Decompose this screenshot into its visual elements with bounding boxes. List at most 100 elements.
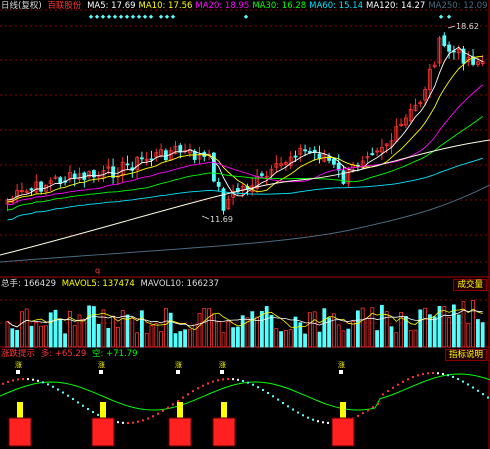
volume-bar bbox=[173, 333, 178, 348]
oscillator-dot bbox=[217, 379, 219, 382]
oscillator-dot bbox=[362, 412, 364, 415]
period-label[interactable]: 日线(复权) bbox=[1, 1, 42, 11]
oscillator-dot bbox=[472, 386, 474, 389]
oscillator-dot bbox=[477, 389, 479, 392]
candle-body bbox=[58, 177, 63, 184]
volume-bar bbox=[168, 312, 173, 348]
signal-marker bbox=[339, 370, 343, 374]
oscillator-dot bbox=[262, 388, 264, 391]
signal-diamond bbox=[136, 14, 142, 19]
ma-label-4: MA60: 15.14 bbox=[309, 1, 364, 11]
indicator-panel[interactable]: 涨跌提示 多: +65.29 空: +71.79 指标说明 涨 涨 涨 涨 涨 bbox=[0, 348, 490, 449]
volume-bar bbox=[39, 325, 43, 348]
oscillator-dot bbox=[452, 375, 454, 378]
candle-body bbox=[72, 173, 77, 179]
oscillator-dot bbox=[32, 378, 34, 381]
volume-bar bbox=[250, 311, 255, 348]
oscillator-dot bbox=[27, 378, 29, 381]
volume-bar bbox=[207, 308, 212, 348]
oscillator-dot bbox=[307, 416, 309, 419]
candle-body bbox=[341, 170, 346, 184]
signal-diamond bbox=[170, 14, 176, 19]
oscillator-dot bbox=[2, 382, 4, 385]
oscillator-dot bbox=[172, 403, 174, 406]
oscillator-dot bbox=[147, 417, 149, 420]
volume-bar bbox=[259, 310, 264, 348]
volume-bar bbox=[408, 329, 413, 348]
candle-body bbox=[216, 182, 221, 187]
oscillator-dot bbox=[387, 390, 389, 393]
volume-bar bbox=[15, 330, 20, 348]
volume-bar bbox=[279, 331, 284, 348]
oscillator-dot bbox=[357, 414, 359, 417]
volume-bar bbox=[197, 312, 202, 348]
volume-bar bbox=[111, 315, 115, 348]
indicator-help-button[interactable]: 指标说明 bbox=[444, 349, 487, 361]
oscillator-dot bbox=[252, 383, 254, 386]
volume-bar bbox=[317, 331, 322, 348]
ma-legend: MA5: 17.69 MA10: 17.56 MA20: 18.95 MA30: 16… bbox=[87, 1, 490, 11]
volume-bar bbox=[471, 300, 476, 348]
kong-label: 空: +71.79 bbox=[91, 349, 138, 359]
volume-bar bbox=[116, 326, 120, 348]
oscillator-dot bbox=[122, 421, 124, 424]
oscillator-dot bbox=[247, 381, 249, 384]
volume-bar bbox=[183, 329, 188, 348]
volume-bar bbox=[10, 328, 15, 348]
candle-body bbox=[125, 163, 130, 166]
oscillator-dot bbox=[62, 391, 64, 394]
volume-bar bbox=[72, 325, 77, 348]
volume-bar bbox=[163, 307, 168, 348]
oscillator-dot bbox=[152, 415, 154, 418]
volume-panel[interactable]: 总手: 166429 MAVOL5: 137474 MAVOL10: 16623… bbox=[0, 278, 490, 348]
volume-bar bbox=[379, 304, 384, 348]
volume-bar bbox=[418, 309, 423, 348]
signal-box-red bbox=[168, 417, 192, 447]
oscillator-dot bbox=[212, 380, 214, 383]
volume-bar bbox=[68, 310, 72, 348]
ma-label-0: MA5: 17.69 bbox=[87, 1, 136, 11]
oscillator-dot bbox=[67, 394, 69, 397]
ma120-line bbox=[0, 139, 490, 256]
oscillator-dot bbox=[297, 411, 299, 414]
oscillator-dot bbox=[202, 384, 204, 387]
price-panel[interactable]: 日线(复权) 百联股份 MA5: 17.69 MA10: 17.56 MA20: 1… bbox=[0, 0, 490, 278]
volume-bar bbox=[389, 326, 394, 348]
volume-bar bbox=[432, 316, 437, 348]
volume-bar bbox=[461, 301, 466, 348]
signal-diamond bbox=[94, 14, 100, 19]
volume-button[interactable]: 成交量 bbox=[453, 279, 487, 291]
volume-bar bbox=[154, 323, 159, 348]
oscillator-dot bbox=[87, 408, 89, 411]
oscillator-dot bbox=[287, 405, 289, 408]
signal-diamond bbox=[88, 14, 94, 19]
ma-label-6: MA250: 12.09 bbox=[428, 1, 488, 11]
volume-bar bbox=[269, 314, 274, 348]
oscillator-dot bbox=[422, 373, 424, 376]
oscillator-dot bbox=[187, 393, 189, 396]
oscillator-dot bbox=[227, 378, 229, 381]
candle-body bbox=[307, 151, 312, 153]
oscillator-dot bbox=[182, 396, 184, 399]
volume-bar bbox=[159, 331, 164, 348]
signal-diamond bbox=[124, 14, 130, 19]
oscillator-dot bbox=[42, 381, 44, 384]
volume-bar bbox=[29, 325, 34, 348]
oscillator-dot bbox=[392, 386, 394, 389]
volume-bar bbox=[336, 324, 341, 348]
signal-box-red bbox=[91, 417, 115, 447]
oscillator-dot bbox=[82, 404, 84, 407]
oscillator-dot bbox=[487, 396, 489, 399]
signal-label: 涨 bbox=[175, 361, 182, 369]
oscillator-dot bbox=[117, 421, 119, 424]
signal-diamond bbox=[130, 14, 136, 19]
oscillator-dot bbox=[407, 378, 409, 381]
indicator-chart[interactable] bbox=[0, 348, 490, 449]
signal-marker bbox=[16, 370, 20, 374]
ma-label-5: MA120: 14.27 bbox=[366, 1, 426, 11]
volume-bar bbox=[255, 316, 260, 348]
signal-bar-yellow bbox=[177, 402, 183, 418]
candlestick-chart[interactable] bbox=[0, 0, 490, 278]
signal-diamond bbox=[106, 14, 112, 19]
volume-bar bbox=[63, 333, 67, 348]
